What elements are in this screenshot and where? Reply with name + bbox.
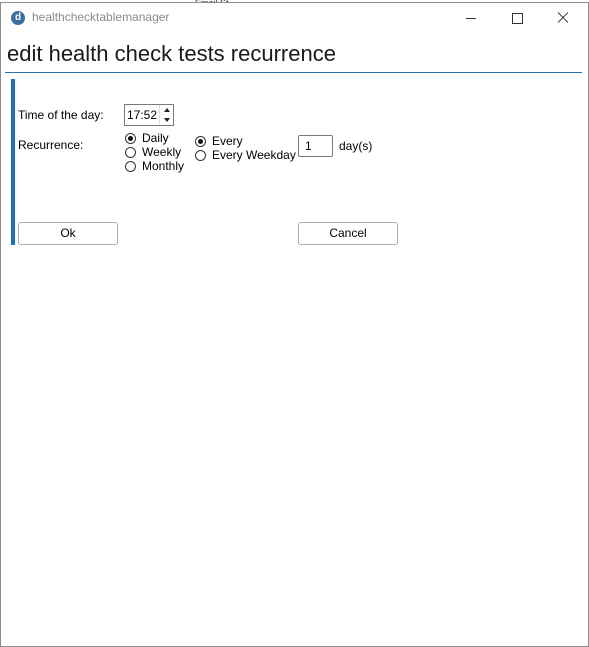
radio-button[interactable] bbox=[195, 149, 206, 161]
time-spinner bbox=[159, 105, 173, 125]
radio-button-checked[interactable] bbox=[125, 132, 136, 144]
cancel-button[interactable]: Cancel bbox=[298, 222, 398, 245]
close-button[interactable] bbox=[540, 3, 586, 33]
chevron-down-icon bbox=[163, 118, 170, 122]
radio-daily-label: Daily bbox=[142, 131, 169, 145]
dialog-window: d healthchecktablemanager edit health ch… bbox=[0, 2, 589, 647]
app-logo-icon: d bbox=[11, 11, 25, 25]
days-unit-label: day(s) bbox=[339, 139, 373, 153]
radio-button[interactable] bbox=[125, 146, 136, 158]
radio-every[interactable]: Every bbox=[195, 134, 243, 148]
recurrence-label: Recurrence: bbox=[18, 138, 84, 152]
minimize-icon bbox=[466, 17, 476, 19]
title-bar[interactable]: d healthchecktablemanager bbox=[1, 3, 588, 33]
radio-monthly[interactable]: Monthly bbox=[125, 159, 184, 173]
days-interval-value[interactable]: 1 bbox=[305, 139, 312, 153]
chevron-up-icon bbox=[163, 108, 170, 112]
close-icon bbox=[557, 12, 569, 24]
time-of-day-input[interactable]: 17:52 bbox=[124, 104, 174, 126]
time-of-day-value[interactable]: 17:52 bbox=[127, 108, 157, 122]
time-of-day-label: Time of the day: bbox=[18, 108, 104, 122]
time-increment-button[interactable] bbox=[160, 105, 173, 115]
days-interval-input[interactable]: 1 bbox=[298, 135, 333, 157]
maximize-icon bbox=[511, 12, 523, 24]
panel-accent-bar bbox=[11, 79, 15, 245]
recurrence-panel: Time of the day: 17:52 Recurrence: Daily… bbox=[11, 79, 579, 245]
ok-button[interactable]: Ok bbox=[18, 222, 118, 245]
heading-divider bbox=[5, 72, 582, 73]
radio-every-weekday[interactable]: Every Weekday bbox=[195, 148, 296, 162]
radio-every-weekday-label: Every Weekday bbox=[212, 148, 296, 162]
radio-daily[interactable]: Daily bbox=[125, 131, 169, 145]
radio-every-label: Every bbox=[212, 134, 243, 148]
radio-button[interactable] bbox=[125, 160, 136, 172]
radio-button-checked[interactable] bbox=[195, 135, 206, 147]
window-title: healthchecktablemanager bbox=[32, 10, 170, 24]
page-title: edit health check tests recurrence bbox=[7, 41, 336, 66]
radio-weekly[interactable]: Weekly bbox=[125, 145, 181, 159]
maximize-button[interactable] bbox=[494, 3, 540, 33]
minimize-button[interactable] bbox=[448, 3, 494, 33]
radio-weekly-label: Weekly bbox=[142, 145, 182, 159]
time-decrement-button[interactable] bbox=[160, 115, 173, 125]
radio-monthly-label: Monthly bbox=[142, 159, 185, 173]
